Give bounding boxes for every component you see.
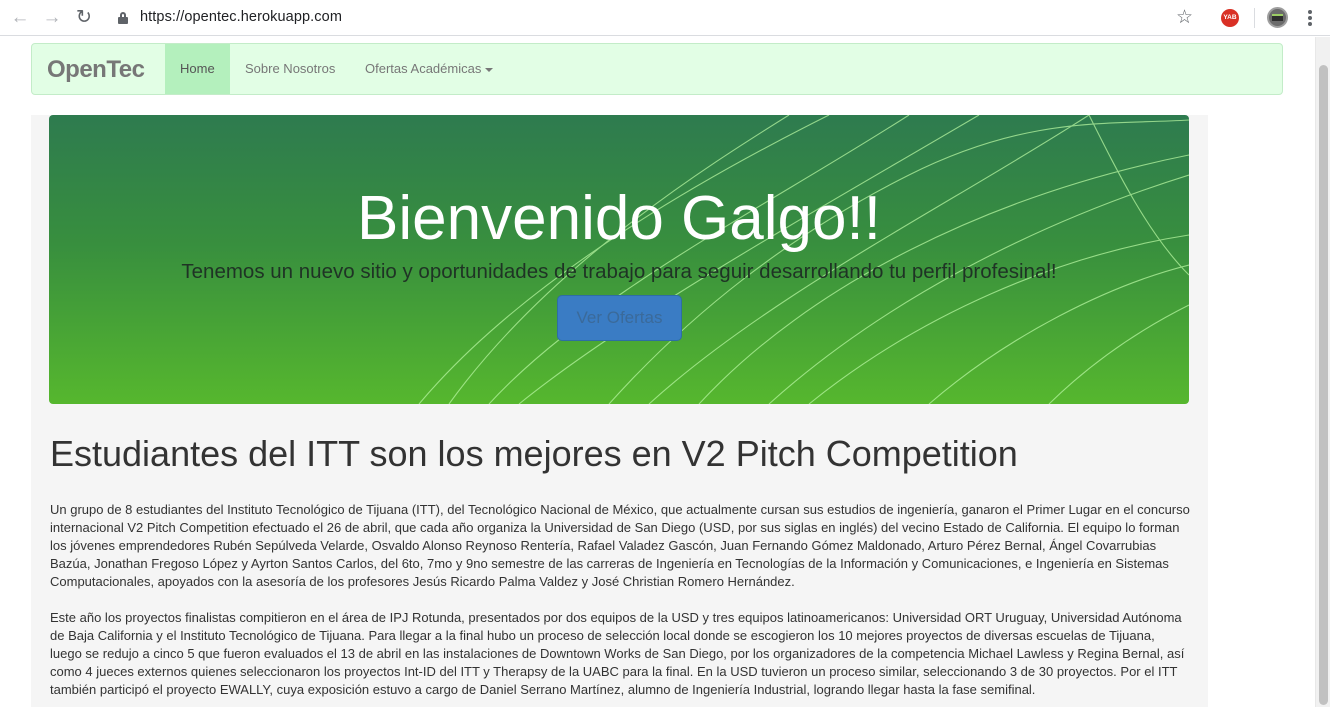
nav-item-label: Ofertas Académicas — [365, 61, 482, 76]
hero-jumbotron: Bienvenido Galgo!! Tenemos un nuevo siti… — [49, 115, 1189, 404]
caret-down-icon — [485, 67, 494, 72]
page-scrollbar[interactable] — [1315, 37, 1330, 707]
article-paragraph: Este año los proyectos finalistas compit… — [50, 610, 1185, 697]
page-viewport: OpenTec Home Sobre Nosotros Ofertas Acad… — [0, 37, 1330, 707]
forward-arrow-icon[interactable]: → — [40, 6, 64, 30]
ver-ofertas-button[interactable]: Ver Ofertas — [557, 295, 682, 341]
browser-toolbar: ← → ↻ https://opentec.herokuapp.com ☆ YA… — [0, 0, 1330, 36]
address-bar[interactable]: https://opentec.herokuapp.com — [106, 4, 1212, 32]
article-paragraph: Un grupo de 8 estudiantes del Instituto … — [50, 502, 1190, 589]
url-text[interactable]: https://opentec.herokuapp.com — [140, 9, 342, 25]
kebab-menu-icon[interactable] — [1300, 6, 1320, 30]
back-arrow-icon[interactable]: ← — [8, 6, 32, 30]
scrollbar-thumb[interactable] — [1319, 65, 1328, 705]
nav-item-ofertas-academicas[interactable]: Ofertas Académicas — [350, 44, 508, 94]
bookmark-star-icon[interactable]: ☆ — [1176, 6, 1193, 30]
extension-icon[interactable]: YAB — [1221, 9, 1239, 27]
main-content: Bienvenido Galgo!! Tenemos un nuevo siti… — [31, 115, 1208, 707]
nav-item-home[interactable]: Home — [165, 44, 230, 94]
article-title: Estudiantes del ITT son los mejores en V… — [50, 433, 1018, 474]
site-navbar: OpenTec Home Sobre Nosotros Ofertas Acad… — [31, 43, 1283, 95]
profile-avatar[interactable] — [1267, 7, 1288, 28]
hero-subtitle: Tenemos un nuevo sitio y oportunidades d… — [181, 260, 1057, 283]
reload-icon[interactable]: ↻ — [72, 6, 96, 30]
nav-item-sobre-nosotros[interactable]: Sobre Nosotros — [230, 44, 350, 94]
toolbar-divider — [1254, 8, 1255, 28]
hero-title: Bienvenido Galgo!! — [357, 184, 881, 253]
article-body: Un grupo de 8 estudiantes del Instituto … — [50, 501, 1190, 707]
lock-icon — [118, 12, 128, 24]
site-brand[interactable]: OpenTec — [47, 56, 145, 84]
